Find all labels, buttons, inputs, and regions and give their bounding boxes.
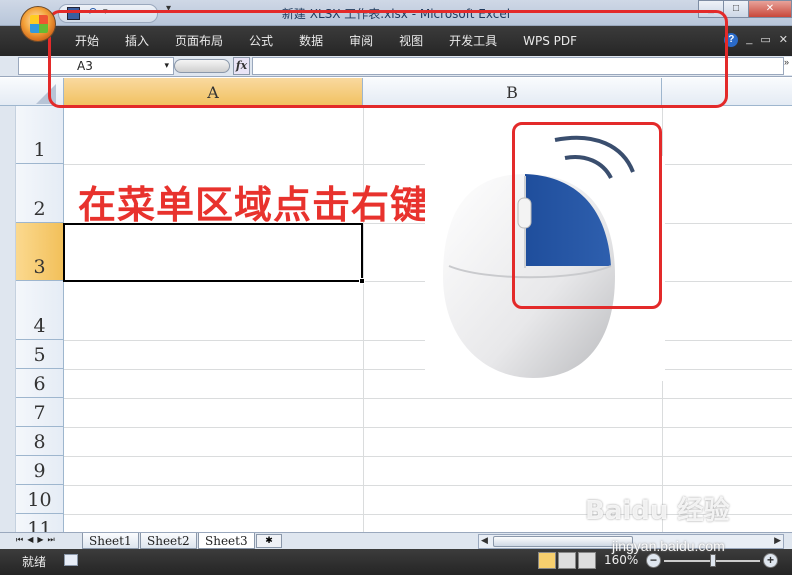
workbook-restore-button[interactable]: ▭: [760, 33, 770, 47]
row-header-11[interactable]: 11: [16, 514, 64, 532]
active-cell-a3[interactable]: [63, 223, 365, 284]
office-logo-icon: [30, 15, 48, 33]
scroll-right-icon[interactable]: ▶: [774, 535, 781, 546]
row-header-2[interactable]: 2: [16, 164, 64, 223]
instruction-caption: 在菜单区域点击右键: [78, 183, 430, 227]
normal-view-button[interactable]: [538, 552, 556, 569]
highlight-right-button-box: [512, 122, 662, 309]
office-button[interactable]: [20, 6, 56, 42]
row-header-5[interactable]: 5: [16, 340, 64, 369]
sheet-tab-sheet1[interactable]: Sheet1: [82, 533, 139, 549]
watermark-logo: Baidu 经验: [585, 496, 730, 526]
insert-sheet-button[interactable]: ✱: [256, 534, 282, 548]
gridline: [64, 427, 792, 428]
view-buttons: [538, 552, 596, 569]
workbook-minimize-button[interactable]: _: [746, 33, 752, 47]
zoom-level[interactable]: 160%: [604, 553, 638, 567]
zoom-slider-handle[interactable]: [710, 554, 716, 567]
left-margin: [0, 106, 16, 532]
zoom-in-button[interactable]: +: [763, 553, 778, 568]
workbook-close-button[interactable]: ✕: [779, 33, 788, 47]
maximize-button[interactable]: □: [723, 0, 749, 18]
page-layout-view-button[interactable]: [558, 552, 576, 569]
row-header-1[interactable]: 1: [16, 106, 64, 164]
prev-sheet-icon[interactable]: ◀: [27, 535, 33, 545]
macro-record-icon[interactable]: [64, 554, 78, 566]
sheet-tab-sheet2[interactable]: Sheet2: [140, 533, 197, 549]
gridline: [64, 456, 792, 457]
gridline: [363, 106, 364, 532]
ribbon-window-controls: ? _ ▭ ✕: [724, 33, 792, 47]
row-header-9[interactable]: 9: [16, 456, 64, 485]
highlight-menu-area-box: [48, 10, 728, 108]
gridline: [64, 398, 792, 399]
row-header-7[interactable]: 7: [16, 398, 64, 427]
zoom-out-button[interactable]: −: [646, 553, 661, 568]
fill-handle[interactable]: [359, 278, 365, 284]
sheet-nav-buttons: ⏮ ◀ ▶ ⏭: [16, 535, 55, 545]
status-ready-text: 就绪: [22, 555, 47, 569]
row-header-10[interactable]: 10: [16, 485, 64, 514]
sheet-tab-sheet3[interactable]: Sheet3: [198, 533, 255, 549]
gridline: [64, 485, 792, 486]
row-header-8[interactable]: 8: [16, 427, 64, 456]
worksheet-grid[interactable]: 1 2 3 4 5 6 7 8 9 10 11 在菜单区域点击右键: [0, 106, 792, 532]
scroll-left-icon[interactable]: ◀: [481, 535, 488, 546]
watermark-url: jingyan.baidu.com: [612, 538, 725, 554]
expand-formula-bar-icon[interactable]: »: [784, 57, 792, 75]
row-header-6[interactable]: 6: [16, 369, 64, 398]
page-break-view-button[interactable]: [578, 552, 596, 569]
first-sheet-icon[interactable]: ⏮: [16, 535, 23, 545]
last-sheet-icon[interactable]: ⏭: [48, 535, 55, 545]
row-header-4[interactable]: 4: [16, 281, 64, 340]
next-sheet-icon[interactable]: ▶: [37, 535, 43, 545]
close-button[interactable]: ✕: [748, 0, 792, 18]
row-header-3[interactable]: 3: [16, 223, 64, 281]
